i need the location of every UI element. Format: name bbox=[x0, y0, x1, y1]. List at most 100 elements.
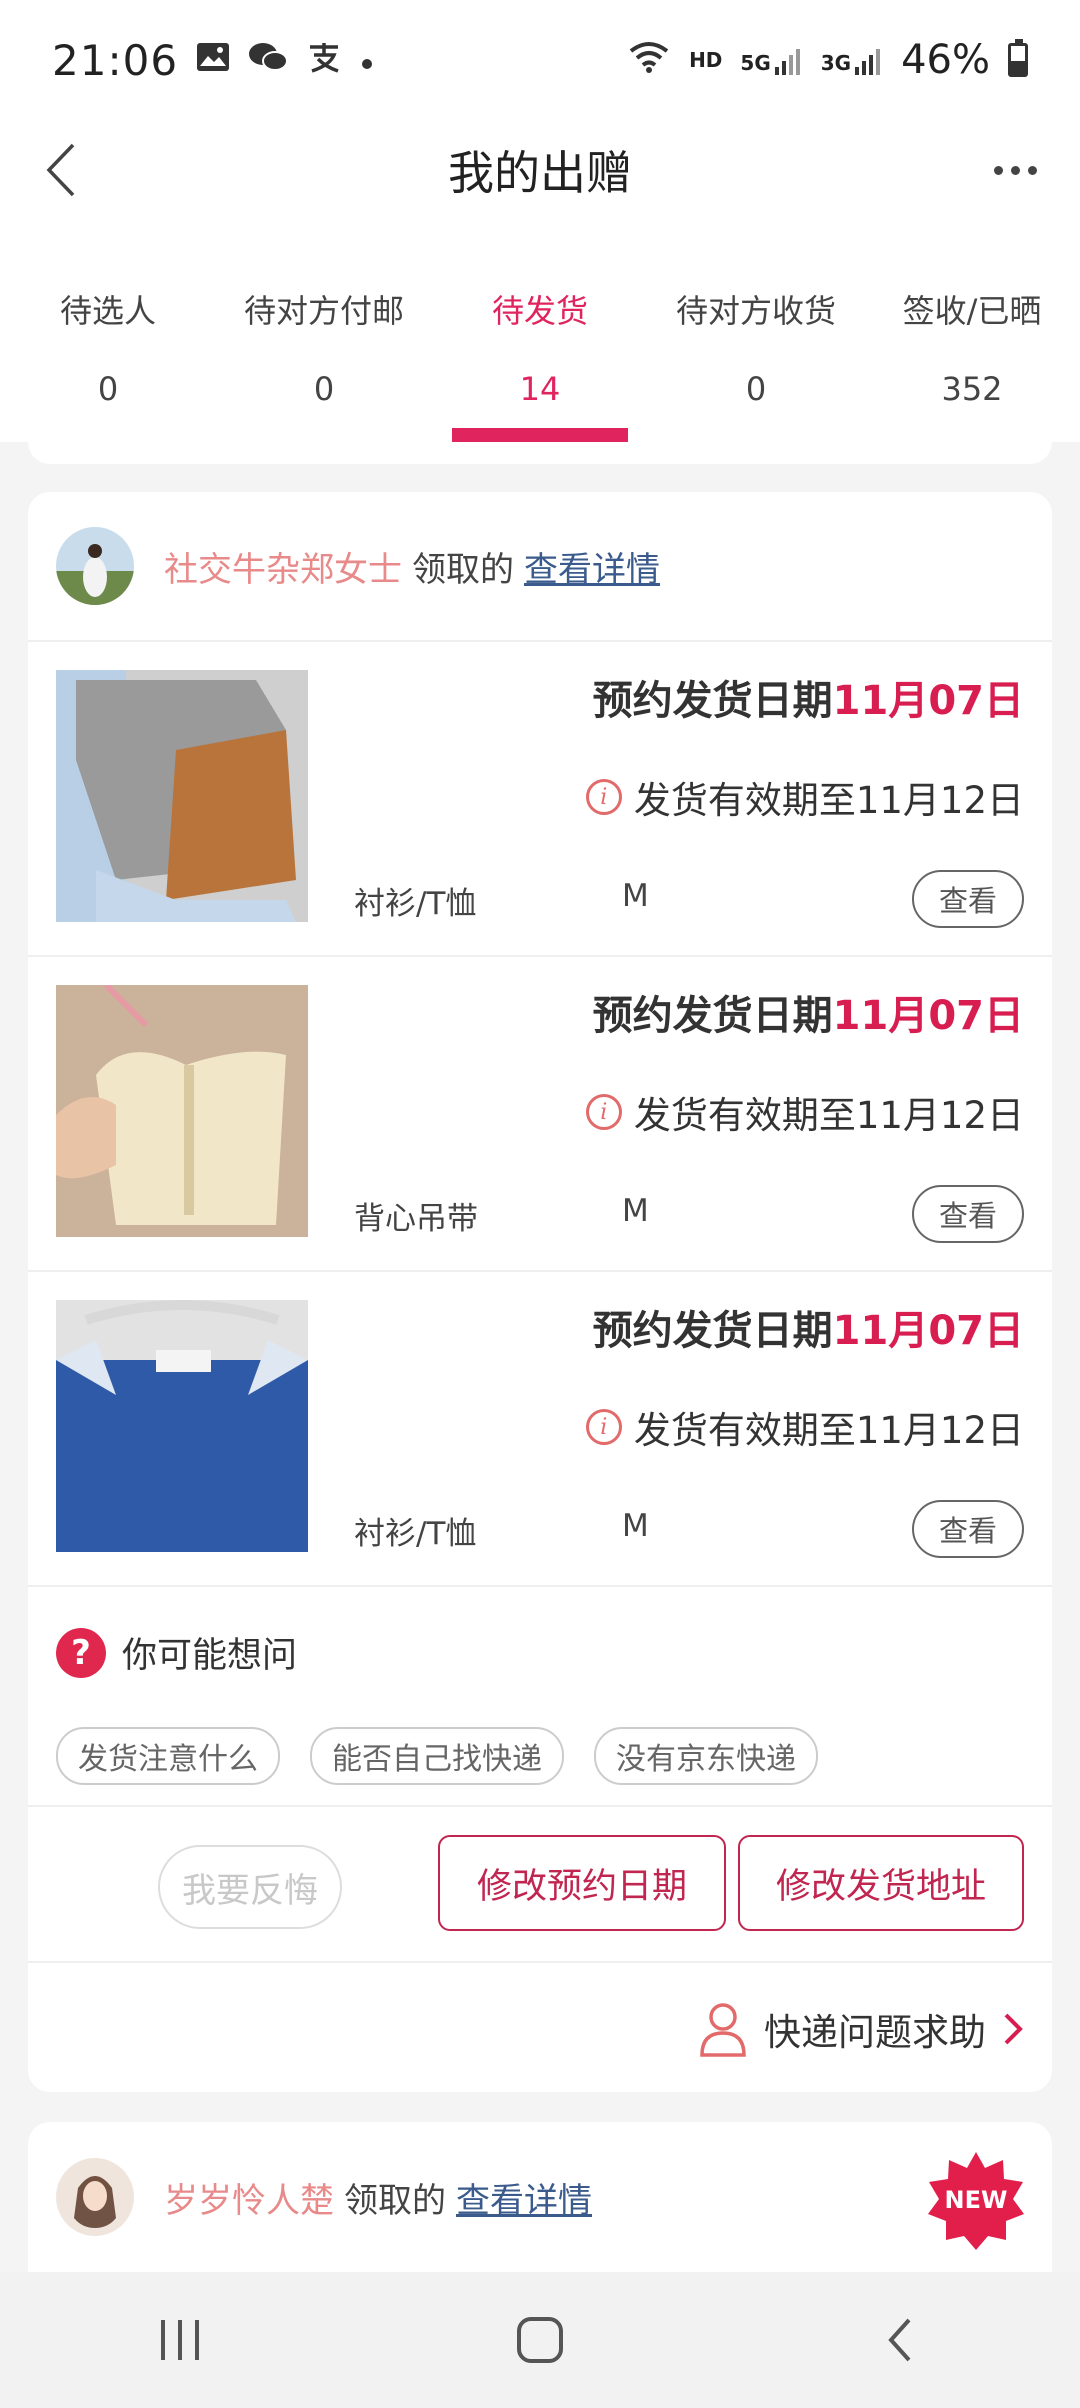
nav-bar: 我的出赠 bbox=[0, 120, 1080, 220]
info-icon: i bbox=[585, 1409, 622, 1445]
system-nav-bar bbox=[0, 2272, 1080, 2408]
help-label: 快递问题求助 bbox=[764, 2011, 986, 2054]
receiver-name[interactable]: 社交牛杂郑女士 bbox=[164, 542, 402, 591]
signal-3g-icon: 3G bbox=[821, 45, 883, 75]
faq-chip[interactable]: 没有京东快递 bbox=[594, 1727, 818, 1785]
avatar[interactable] bbox=[56, 2158, 134, 2236]
received-text: 领取的 bbox=[344, 2180, 446, 2221]
wifi-icon bbox=[627, 37, 671, 83]
receiver-row: 社交牛杂郑女士 领取的 查看详情 bbox=[28, 492, 1052, 640]
tab-pending-postage[interactable]: 待对方付邮 0 bbox=[216, 220, 432, 442]
action-row: 我要反悔 修改预约日期 修改发货地址 bbox=[28, 1807, 1052, 1961]
tab-count: 14 bbox=[519, 370, 561, 408]
tab-count: 0 bbox=[97, 370, 119, 408]
back-button[interactable] bbox=[28, 138, 92, 202]
list-item: 预约发货日期11月07日 i 发货有效期至11月12日 衬衫/T恤 M 查看 bbox=[28, 642, 1052, 955]
change-date-button[interactable]: 修改预约日期 bbox=[438, 1835, 726, 1931]
item-photo[interactable] bbox=[56, 1300, 308, 1552]
view-button[interactable]: 查看 bbox=[912, 870, 1024, 928]
tab-label: 待选人 bbox=[59, 292, 156, 330]
more-dots-icon bbox=[993, 165, 1003, 175]
avatar[interactable] bbox=[56, 527, 134, 605]
chevron-right-icon bbox=[1004, 2013, 1023, 2045]
info-icon: i bbox=[585, 1094, 622, 1130]
hd-indicator: HD bbox=[689, 48, 723, 72]
recent-apps-button[interactable] bbox=[130, 2300, 230, 2380]
new-badge: NEW bbox=[926, 2150, 1026, 2250]
ship-validity: i 发货有效期至11月12日 bbox=[585, 1085, 1024, 1139]
list-item: 预约发货日期11月07日 i 发货有效期至11月12日 背心吊带 M 查看 bbox=[28, 957, 1052, 1270]
tab-label: 待对方付邮 bbox=[243, 292, 404, 330]
ship-validity: i 发货有效期至11月12日 bbox=[585, 770, 1024, 824]
system-back-button[interactable] bbox=[850, 2300, 950, 2380]
courier-help-link[interactable]: 快递问题求助 bbox=[698, 2001, 1024, 2057]
question-icon: ? bbox=[56, 1627, 106, 1678]
new-badge-text: NEW bbox=[944, 2186, 1008, 2214]
view-button[interactable]: 查看 bbox=[912, 1500, 1024, 1558]
view-details-link[interactable]: 查看详情 bbox=[524, 542, 660, 591]
validity-text: 发货有效期至11月12日 bbox=[633, 779, 1024, 822]
recent-apps-icon bbox=[161, 2320, 199, 2360]
alipay-icon bbox=[306, 41, 342, 79]
validity-text: 发货有效期至11月12日 bbox=[633, 1094, 1024, 1137]
validity-text: 发货有效期至11月12日 bbox=[633, 1409, 1024, 1452]
item-category: 衬衫/T恤 bbox=[354, 886, 477, 922]
person-icon bbox=[700, 2003, 746, 2057]
tab-count: 0 bbox=[745, 370, 767, 408]
item-photo[interactable] bbox=[56, 670, 308, 922]
home-button[interactable] bbox=[490, 2300, 590, 2380]
battery-text: 46% bbox=[901, 37, 990, 83]
more-dot bbox=[1010, 165, 1020, 175]
system-back-icon bbox=[888, 2318, 911, 2362]
receiver-name[interactable]: 岁岁怜人楚 bbox=[164, 2173, 334, 2222]
tab-pending-receipt[interactable]: 待对方收货 0 bbox=[648, 220, 864, 442]
faq-chip[interactable]: 发货注意什么 bbox=[56, 1727, 280, 1785]
battery-fill bbox=[1011, 61, 1025, 74]
change-address-button[interactable]: 修改发货地址 bbox=[738, 1835, 1024, 1931]
order-card-next: 岁岁怜人楚 领取的 查看详情 NEW bbox=[28, 2122, 1052, 2272]
view-details-link[interactable]: 查看详情 bbox=[456, 2173, 592, 2222]
back-arrow-icon bbox=[46, 143, 75, 197]
faq-section: ? 你可能想问 发货注意什么 能否自己找快递 没有京东快递 bbox=[28, 1587, 1052, 1805]
item-category: 衬衫/T恤 bbox=[354, 1516, 477, 1552]
signal-5g-icon: 5G bbox=[740, 45, 802, 75]
more-options-button[interactable] bbox=[980, 148, 1050, 192]
tab-pending-selection[interactable]: 待选人 0 bbox=[0, 220, 216, 442]
ship-date-value: 11月07日 bbox=[832, 1308, 1024, 1354]
item-size: M bbox=[622, 878, 649, 914]
page-title: 我的出赠 bbox=[448, 146, 632, 200]
ship-date-value: 11月07日 bbox=[832, 678, 1024, 724]
tab-label: 签收/已晒 bbox=[902, 292, 1042, 330]
faq-header: ? 你可能想问 bbox=[56, 1627, 297, 1678]
ship-date: 预约发货日期11月07日 bbox=[593, 1298, 1024, 1356]
wechat-icon bbox=[248, 41, 289, 79]
net-5g-label: 5G bbox=[740, 51, 771, 75]
item-photo[interactable] bbox=[56, 985, 308, 1237]
tab-pending-shipment[interactable]: 待发货 14 bbox=[432, 220, 648, 442]
image-icon bbox=[196, 42, 230, 78]
previous-card-edge bbox=[28, 442, 1052, 464]
ship-date-label: 预约发货日期 bbox=[592, 1308, 833, 1354]
ship-date: 预约发货日期11月07日 bbox=[593, 983, 1024, 1041]
status-time: 21:06 bbox=[52, 35, 179, 85]
received-text: 领取的 bbox=[412, 549, 514, 590]
view-button[interactable]: 查看 bbox=[912, 1185, 1024, 1243]
tab-label: 待对方收货 bbox=[675, 292, 836, 330]
tab-underline bbox=[452, 428, 628, 442]
regret-button[interactable]: 我要反悔 bbox=[158, 1845, 342, 1929]
faq-chips: 发货注意什么 能否自己找快递 没有京东快递 bbox=[56, 1727, 818, 1785]
battery-icon bbox=[1008, 39, 1028, 77]
help-row: 快递问题求助 bbox=[28, 1963, 1052, 2092]
item-size: M bbox=[622, 1193, 649, 1229]
info-icon: i bbox=[585, 779, 622, 815]
tab-count: 0 bbox=[313, 370, 335, 408]
tab-signed-shared[interactable]: 签收/已晒 352 bbox=[864, 220, 1080, 442]
net-3g-label: 3G bbox=[820, 51, 852, 75]
status-tabs: 待选人 0 待对方付邮 0 待发货 14 待对方收货 0 签收/已晒 352 bbox=[0, 220, 1080, 442]
ship-date-label: 预约发货日期 bbox=[592, 678, 833, 724]
home-icon bbox=[517, 2317, 563, 2363]
faq-title: 你可能想问 bbox=[122, 1636, 298, 1676]
faq-chip[interactable]: 能否自己找快递 bbox=[310, 1727, 564, 1785]
order-card: 社交牛杂郑女士 领取的 查看详情 预约发货日期11月07日 i 发货有效期至11月… bbox=[28, 492, 1052, 2092]
tab-count: 352 bbox=[941, 370, 1003, 408]
